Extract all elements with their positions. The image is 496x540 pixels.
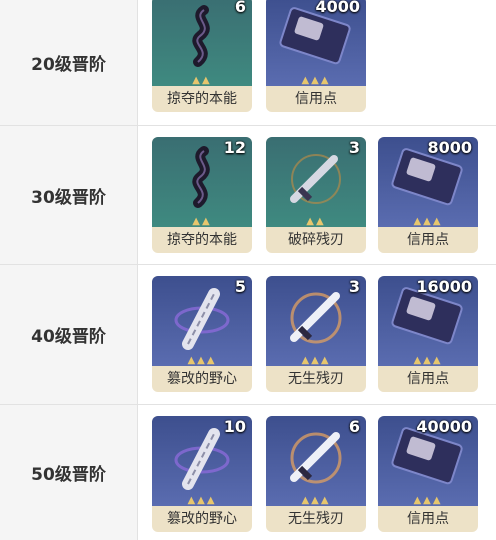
item-name: 无生残刃 xyxy=(288,371,344,387)
material-card[interactable]: 8000 ▲▲▲ 信用点 xyxy=(378,137,478,253)
material-card[interactable]: 3 ▲▲▲ 无生残刃 xyxy=(266,276,366,392)
rarity-stars: ▲▲▲ xyxy=(413,495,443,506)
ascension-row-30: 30级晋阶 12 ▲▲ 掠夺的本能 3 ▲▲ 破碎残刃 8000 ▲▲▲ 信用点 xyxy=(0,126,496,265)
item-name: 掠夺的本能 xyxy=(167,91,237,107)
dark-ribbon-icon xyxy=(192,5,210,67)
item-quantity: 8000 xyxy=(427,138,472,157)
ascension-row-50: 50级晋阶 10 ▲▲▲ 篡改的野心 6 ▲▲▲ 无生残刃 40000 ▲▲▲ … xyxy=(0,405,496,540)
item-quantity: 40000 xyxy=(416,417,472,436)
item-name: 篡改的野心 xyxy=(167,371,237,387)
rarity-stars: ▲▲▲ xyxy=(301,355,331,366)
item-name: 破碎残刃 xyxy=(288,232,344,248)
ascension-row-20: 20级晋阶 6 ▲▲ 掠夺的本能 4000 ▲▲▲ 信用点 xyxy=(0,0,496,126)
item-name: 信用点 xyxy=(407,232,449,248)
item-name: 信用点 xyxy=(407,511,449,527)
material-card[interactable]: 3 ▲▲ 破碎残刃 xyxy=(266,137,366,253)
item-quantity: 6 xyxy=(234,0,246,16)
broken-blade-icon xyxy=(290,154,341,204)
ascension-level-label: 40级晋阶 xyxy=(0,265,138,404)
item-quantity: 16000 xyxy=(416,277,472,296)
item-quantity: 12 xyxy=(223,138,246,157)
item-name: 掠夺的本能 xyxy=(167,232,237,248)
ascension-level-label: 50级晋阶 xyxy=(0,405,138,540)
ascension-level-label: 30级晋阶 xyxy=(0,126,138,264)
material-card[interactable]: 40000 ▲▲▲ 信用点 xyxy=(378,416,478,532)
material-card[interactable]: 6 ▲▲▲ 无生残刃 xyxy=(266,416,366,532)
material-card[interactable]: 6 ▲▲ 掠夺的本能 xyxy=(152,0,252,112)
item-quantity: 10 xyxy=(223,417,246,436)
rarity-stars: ▲▲ xyxy=(306,216,326,227)
rarity-stars: ▲▲▲ xyxy=(413,216,443,227)
material-card[interactable]: 4000 ▲▲▲ 信用点 xyxy=(266,0,366,112)
ascension-row-40: 40级晋阶 5 ▲▲▲ 篡改的野心 3 ▲▲▲ 无生残刃 16000 ▲▲▲ 信… xyxy=(0,265,496,405)
item-quantity: 4000 xyxy=(315,0,360,16)
item-name: 信用点 xyxy=(295,91,337,107)
rarity-stars: ▲▲▲ xyxy=(301,75,331,86)
rarity-stars: ▲▲ xyxy=(192,75,212,86)
material-card[interactable]: 12 ▲▲ 掠夺的本能 xyxy=(152,137,252,253)
item-quantity: 6 xyxy=(348,417,360,436)
rarity-stars: ▲▲▲ xyxy=(301,495,331,506)
silver-ribbon-icon xyxy=(174,288,230,350)
item-quantity: 5 xyxy=(234,277,246,296)
material-card[interactable]: 5 ▲▲▲ 篡改的野心 xyxy=(152,276,252,392)
item-name: 无生残刃 xyxy=(288,511,344,527)
rarity-stars: ▲▲ xyxy=(192,216,212,227)
material-card[interactable]: 10 ▲▲▲ 篡改的野心 xyxy=(152,416,252,532)
item-quantity: 3 xyxy=(348,138,360,157)
ascension-level-label: 20级晋阶 xyxy=(0,0,138,125)
ascension-materials-table: 20级晋阶 6 ▲▲ 掠夺的本能 4000 ▲▲▲ 信用点 30级晋阶 12 ▲… xyxy=(0,0,496,540)
lifeless-blade-icon xyxy=(290,432,342,484)
material-card[interactable]: 16000 ▲▲▲ 信用点 xyxy=(378,276,478,392)
rarity-stars: ▲▲▲ xyxy=(413,355,443,366)
lifeless-blade-icon xyxy=(290,292,342,344)
item-quantity: 3 xyxy=(348,277,360,296)
item-name: 信用点 xyxy=(407,371,449,387)
item-name: 篡改的野心 xyxy=(167,511,237,527)
rarity-stars: ▲▲▲ xyxy=(187,495,217,506)
rarity-stars: ▲▲▲ xyxy=(187,355,217,366)
